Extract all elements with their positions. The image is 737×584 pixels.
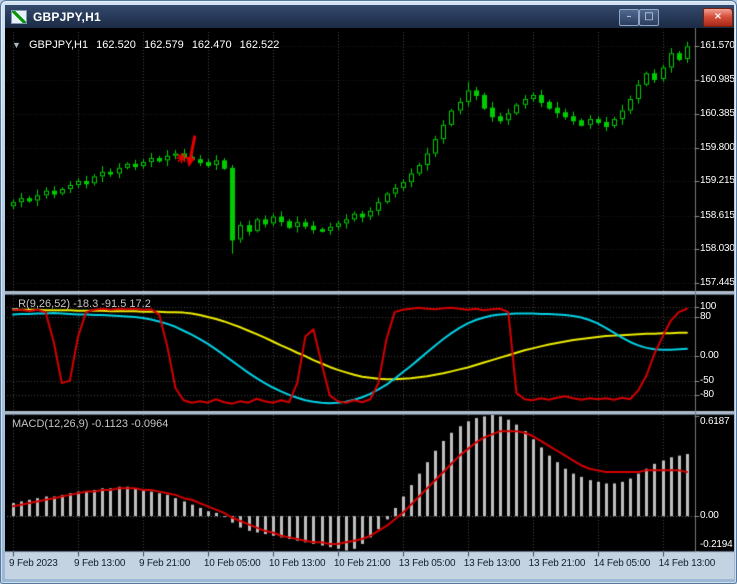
title-bar[interactable]: GBPJPY,H1 – □ × [5,5,734,29]
restore-button[interactable]: □ [639,9,659,26]
chart-client-area: ▼ GBPJPY,H1 162.520 162.579 162.470 162.… [5,28,734,579]
chart-window-icon [11,9,27,24]
window-frame: GBPJPY,H1 – □ × ▼ GBPJPY,H1 162.520 162.… [0,0,737,584]
minimize-button[interactable]: – [619,9,639,26]
close-button[interactable]: × [703,8,733,27]
window-title: GBPJPY,H1 [33,9,101,24]
chart-area[interactable] [5,28,734,579]
